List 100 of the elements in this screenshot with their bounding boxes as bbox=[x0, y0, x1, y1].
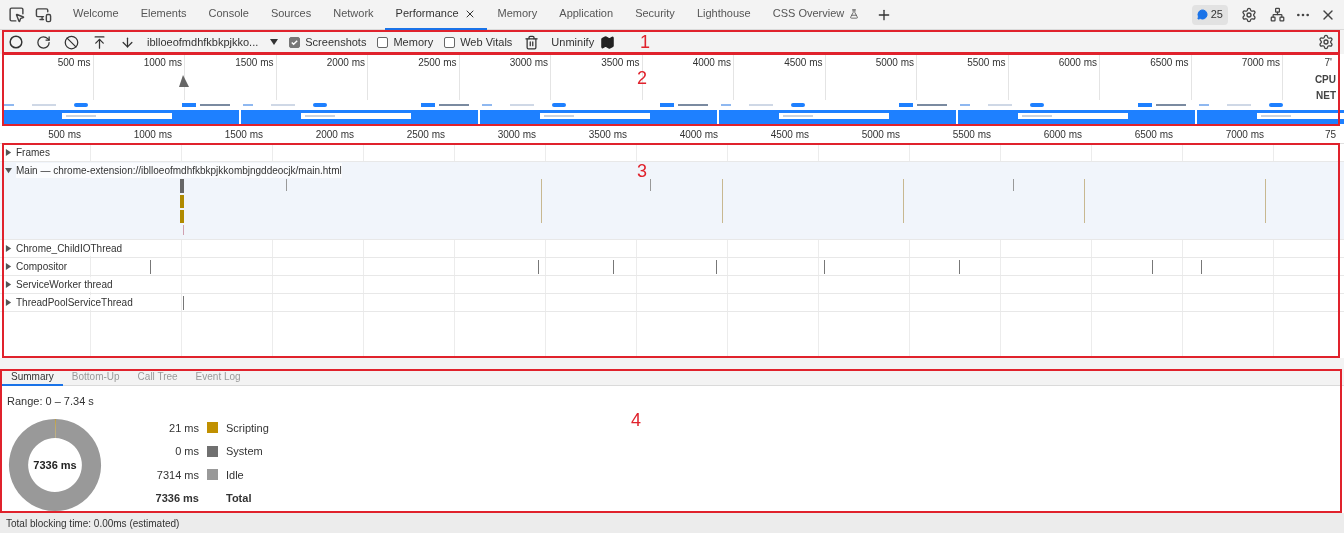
inspect-icon[interactable] bbox=[8, 6, 25, 23]
time-tick: 5500 ms bbox=[952, 128, 991, 142]
customize-icon[interactable] bbox=[1270, 7, 1285, 22]
record-icon[interactable] bbox=[9, 35, 23, 49]
time-tick: 4500 ms bbox=[784, 56, 823, 70]
track-label[interactable]: Chrome_ChildIOThread bbox=[16, 241, 123, 256]
dropdown-caret-icon[interactable] bbox=[270, 38, 279, 46]
donut-total: 7336 ms bbox=[33, 457, 77, 473]
download-icon[interactable] bbox=[120, 34, 135, 50]
time-tick: 2000 ms bbox=[326, 56, 365, 70]
time-tick: 3000 ms bbox=[509, 56, 548, 70]
time-tick: 5000 ms bbox=[875, 56, 914, 70]
legend-label: Total bbox=[225, 491, 253, 506]
settings-icon[interactable] bbox=[1241, 6, 1257, 23]
annotation-number: 3 bbox=[637, 162, 647, 180]
track-label[interactable]: Compositor bbox=[16, 259, 68, 274]
panel-tab[interactable]: Performance bbox=[384, 0, 487, 30]
cpu-spike-icon bbox=[179, 75, 189, 87]
event-mark bbox=[538, 260, 539, 274]
time-tick: 6500 ms bbox=[1150, 56, 1189, 70]
track-label[interactable]: ServiceWorker thread bbox=[16, 277, 113, 292]
flame-bar bbox=[180, 195, 184, 208]
device-toolbar-icon[interactable] bbox=[35, 6, 52, 23]
time-tick: 6000 ms bbox=[1043, 128, 1082, 142]
panel-tab[interactable]: Elements bbox=[129, 0, 198, 30]
legend-label: Idle bbox=[226, 467, 244, 483]
panel-tab[interactable]: Network bbox=[322, 0, 385, 30]
upload-icon[interactable] bbox=[92, 34, 107, 50]
event-mark bbox=[183, 296, 184, 310]
panel-tab[interactable]: Application bbox=[548, 0, 625, 30]
time-tick: 5500 ms bbox=[967, 56, 1006, 70]
legend-value: 7336 ms bbox=[155, 491, 199, 506]
time-tick: 6000 ms bbox=[1058, 56, 1097, 70]
checkbox-label: Screenshots bbox=[305, 34, 367, 50]
range-text: Range: 0 – 7.34 s bbox=[7, 394, 94, 409]
expand-triangle-icon[interactable] bbox=[5, 167, 12, 174]
panel-tab[interactable]: Lighthouse bbox=[685, 0, 762, 30]
event-mark bbox=[613, 260, 614, 274]
track-label[interactable]: ThreadPoolServiceThread bbox=[16, 295, 133, 310]
legend-value: 7314 ms bbox=[155, 467, 199, 483]
expand-triangle-icon[interactable] bbox=[5, 245, 12, 252]
time-tick: 500 ms bbox=[57, 56, 91, 70]
time-tick: 500 ms bbox=[48, 128, 81, 142]
event-mark bbox=[150, 260, 151, 274]
time-tick: 4500 ms bbox=[770, 128, 809, 142]
expand-triangle-icon[interactable] bbox=[5, 281, 12, 288]
panel-tab[interactable]: Security bbox=[624, 0, 686, 30]
clear-icon[interactable] bbox=[64, 34, 79, 50]
legend-label: System bbox=[226, 444, 263, 459]
panel-tab[interactable]: CSS Overview bbox=[761, 0, 871, 30]
expand-triangle-icon[interactable] bbox=[5, 149, 12, 156]
event-mark bbox=[959, 260, 960, 274]
legend-value: 0 ms bbox=[174, 444, 199, 459]
time-tick: 1000 ms bbox=[133, 128, 172, 142]
flame-bar bbox=[180, 210, 184, 223]
expand-triangle-icon[interactable] bbox=[5, 299, 12, 306]
time-tick: 7' bbox=[1324, 56, 1332, 70]
map-icon[interactable] bbox=[600, 34, 616, 50]
time-tick: 7000 ms bbox=[1241, 56, 1280, 70]
time-tick: 75 bbox=[1324, 128, 1336, 142]
checkbox[interactable] bbox=[444, 36, 456, 48]
time-tick: 2500 ms bbox=[406, 128, 445, 142]
time-tick: 3500 ms bbox=[588, 128, 627, 142]
time-tick: 2500 ms bbox=[418, 56, 457, 70]
event-mark bbox=[716, 260, 717, 274]
time-tick: 1000 ms bbox=[143, 56, 182, 70]
event-mark bbox=[1152, 260, 1153, 274]
annotation-number: 2 bbox=[637, 69, 647, 87]
panel-tab[interactable]: Sources bbox=[259, 0, 323, 30]
settings-icon[interactable] bbox=[1318, 34, 1334, 50]
time-tick: 5000 ms bbox=[861, 128, 900, 142]
checkbox[interactable] bbox=[289, 36, 301, 48]
time-tick: 1500 ms bbox=[235, 56, 274, 70]
checkbox[interactable] bbox=[377, 36, 389, 48]
legend-value: 21 ms bbox=[168, 420, 199, 436]
track-label[interactable]: Main — chrome-extension://iblloeofmdhfkbkpjkkombjngddeocjk/main.html bbox=[16, 163, 342, 178]
checkbox-label: Memory bbox=[393, 34, 434, 50]
panel-tab[interactable]: Memory bbox=[486, 0, 549, 30]
trash-icon[interactable] bbox=[524, 34, 540, 50]
reload-icon[interactable] bbox=[36, 34, 51, 50]
legend-label: Scripting bbox=[226, 420, 269, 436]
time-tick: 3500 ms bbox=[601, 56, 640, 70]
unminify-button[interactable]: Unminify bbox=[551, 33, 595, 51]
event-mark bbox=[1201, 260, 1202, 274]
time-tick: 4000 ms bbox=[679, 128, 718, 142]
annotation-number: 4 bbox=[631, 411, 641, 429]
time-tick: 1500 ms bbox=[224, 128, 263, 142]
event-mark bbox=[824, 260, 825, 274]
flame-bar bbox=[180, 179, 184, 193]
expand-triangle-icon[interactable] bbox=[5, 263, 12, 270]
profile-select[interactable]: iblloeofmdhfkbkpjkko... bbox=[147, 33, 279, 51]
panel-tab[interactable]: Welcome bbox=[62, 0, 130, 30]
checkbox-label: Web Vitals bbox=[460, 34, 513, 50]
time-tick: 6500 ms bbox=[1134, 128, 1173, 142]
issues-badge[interactable]: 25 bbox=[1191, 4, 1228, 25]
panel-tab[interactable]: Console bbox=[197, 0, 260, 30]
annotation-number: 1 bbox=[640, 33, 650, 51]
time-tick: 3000 ms bbox=[497, 128, 536, 142]
time-tick: 7000 ms bbox=[1225, 128, 1264, 142]
status-text: Total blocking time: 0.00ms (estimated) bbox=[6, 516, 180, 531]
